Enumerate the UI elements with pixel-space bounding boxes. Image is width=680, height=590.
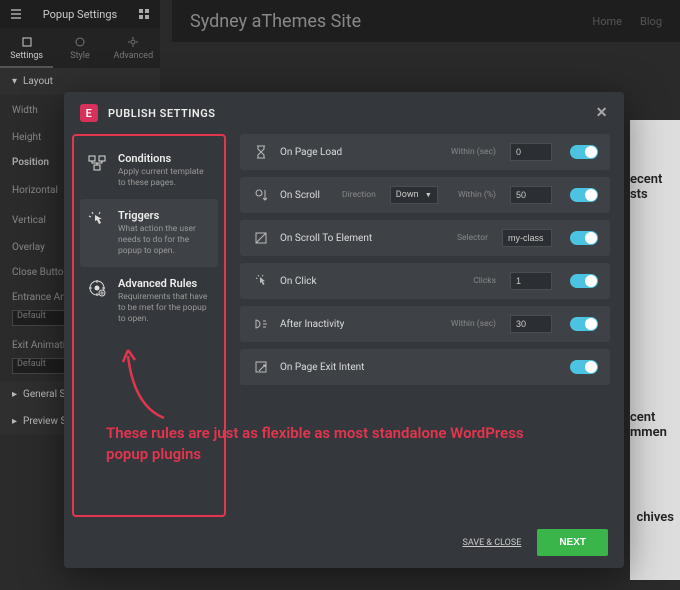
close-icon[interactable]: ✕ — [596, 105, 608, 121]
scroll-direction-select[interactable]: Down▼ — [390, 186, 438, 204]
triggers-icon — [86, 209, 108, 231]
tab-advanced[interactable]: Advanced — [107, 28, 160, 68]
element-icon — [252, 229, 270, 247]
bg-widget-1: ecent sts — [630, 172, 674, 202]
page-load-value[interactable] — [510, 143, 552, 161]
nav-blog[interactable]: Blog — [640, 15, 662, 28]
bg-widget-3: chives — [636, 510, 674, 525]
conditions-icon — [86, 152, 108, 174]
trigger-click: On Click Clicks — [240, 263, 610, 299]
sidebar-header: Popup Settings — [0, 0, 160, 28]
setting-advanced[interactable]: Advanced RulesRequirements that have to … — [80, 267, 218, 335]
inactivity-value[interactable] — [510, 315, 552, 333]
trigger-page-load: On Page Load Within (sec) — [240, 134, 610, 170]
trigger-scroll-element: On Scroll To Element Selector — [240, 220, 610, 256]
bg-widget-2: cent mmen — [630, 410, 674, 440]
site-title: Sydney aThemes Site — [190, 11, 361, 32]
exit-intent-toggle[interactable] — [570, 360, 598, 374]
modal-footer: SAVE & CLOSE NEXT — [64, 517, 624, 568]
trigger-scroll: On Scroll Direction Down▼ Within (%) — [240, 177, 610, 213]
tab-settings[interactable]: Settings — [0, 28, 53, 68]
exit-anim-select[interactable]: Default — [12, 358, 72, 374]
page-load-toggle[interactable] — [570, 145, 598, 159]
bg-sidebar-widgets: ecent sts cent mmen chives — [630, 120, 680, 580]
click-toggle[interactable] — [570, 274, 598, 288]
inactivity-toggle[interactable] — [570, 317, 598, 331]
modal-title: PUBLISH SETTINGS — [108, 107, 215, 120]
next-button[interactable]: NEXT — [537, 529, 608, 556]
advanced-icon — [86, 277, 108, 299]
grid-icon[interactable] — [138, 8, 150, 20]
panel-title: Popup Settings — [43, 8, 117, 21]
menu-icon[interactable] — [10, 8, 22, 20]
scroll-toggle[interactable] — [570, 188, 598, 202]
hourglass-icon — [252, 143, 270, 161]
scroll-percent-value[interactable] — [510, 186, 552, 204]
site-nav: Home Blog — [592, 15, 662, 28]
save-close-link[interactable]: SAVE & CLOSE — [463, 538, 522, 548]
modal-header: E PUBLISH SETTINGS ✕ — [64, 92, 624, 134]
scroll-element-selector[interactable] — [502, 229, 552, 247]
annotation-text: These rules are just as flexible as most… — [106, 423, 546, 465]
trigger-exit-intent: On Page Exit Intent — [240, 349, 610, 385]
sidebar-tabs: Settings Style Advanced — [0, 28, 160, 68]
entrance-anim-select[interactable]: Default — [12, 310, 72, 326]
site-topbar: Sydney aThemes Site Home Blog — [172, 0, 680, 42]
section-layout[interactable]: ▾Layout — [0, 68, 160, 95]
inactivity-icon — [252, 315, 270, 333]
click-count-value[interactable] — [510, 272, 552, 290]
nav-home[interactable]: Home — [592, 15, 622, 28]
publish-settings-modal: E PUBLISH SETTINGS ✕ ConditionsApply cur… — [64, 92, 624, 568]
elementor-icon: E — [80, 104, 98, 122]
setting-triggers[interactable]: TriggersWhat action the user needs to do… — [80, 199, 218, 267]
scroll-element-toggle[interactable] — [570, 231, 598, 245]
trigger-inactivity: After Inactivity Within (sec) — [240, 306, 610, 342]
exit-icon — [252, 358, 270, 376]
setting-conditions[interactable]: ConditionsApply current template to thes… — [80, 142, 218, 199]
scroll-icon — [252, 186, 270, 204]
click-icon — [252, 272, 270, 290]
tab-style[interactable]: Style — [53, 28, 106, 68]
